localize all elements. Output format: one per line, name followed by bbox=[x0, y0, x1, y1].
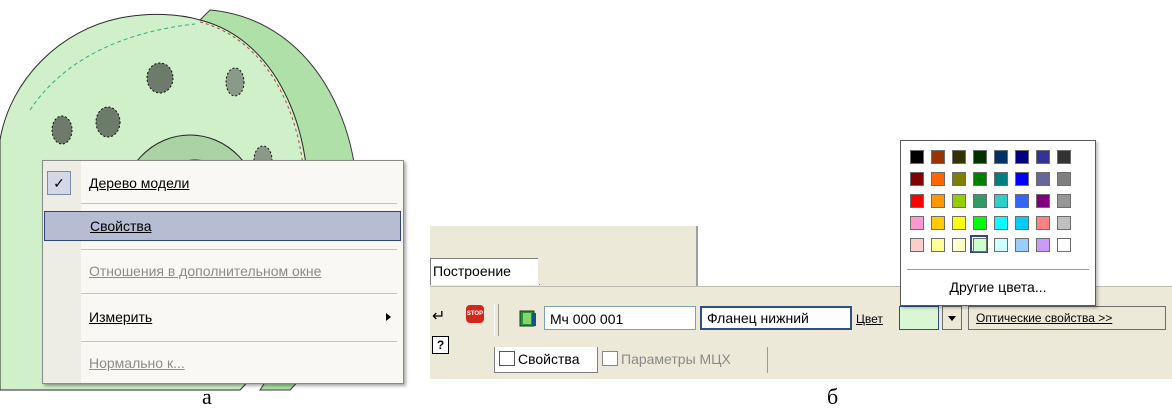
color-swatch[interactable] bbox=[1057, 150, 1071, 164]
toolbar-grip bbox=[494, 304, 499, 336]
more-colors-button[interactable]: Другие цвета... bbox=[901, 279, 1095, 295]
properties-tab-icon bbox=[499, 351, 515, 366]
menu-separator bbox=[81, 249, 397, 250]
tab-mass-properties[interactable]: Параметры МЦХ bbox=[600, 347, 768, 373]
color-swatch[interactable] bbox=[952, 194, 966, 208]
menu-item-label: Свойства bbox=[90, 218, 152, 234]
mass-properties-tab-icon bbox=[602, 351, 618, 366]
context-menu: ✓ Дерево модели Свойства Отношения в доп… bbox=[42, 160, 404, 384]
bolt-hole bbox=[146, 62, 174, 94]
menu-item-measure[interactable]: Измерить bbox=[43, 303, 403, 331]
color-swatch[interactable] bbox=[952, 216, 966, 230]
menu-separator bbox=[81, 293, 397, 294]
color-swatch[interactable] bbox=[1036, 216, 1050, 230]
color-swatch[interactable] bbox=[1015, 150, 1029, 164]
color-swatch[interactable] bbox=[994, 216, 1008, 230]
menu-item-label: Измерить bbox=[89, 309, 153, 325]
color-swatch[interactable] bbox=[994, 150, 1008, 164]
color-swatch[interactable] bbox=[973, 238, 987, 252]
color-swatch[interactable] bbox=[1015, 172, 1029, 186]
color-swatch[interactable] bbox=[910, 238, 924, 252]
menu-separator bbox=[81, 341, 397, 342]
tab-build[interactable]: Построение bbox=[430, 258, 540, 285]
color-swatch[interactable] bbox=[931, 216, 945, 230]
color-swatch[interactable] bbox=[910, 216, 924, 230]
designation-field[interactable]: Мч 000 001 bbox=[544, 306, 696, 330]
name-field[interactable]: Фланец нижний bbox=[700, 306, 852, 330]
color-swatch[interactable] bbox=[1036, 150, 1050, 164]
tab-strip bbox=[538, 258, 694, 284]
menu-separator bbox=[81, 203, 397, 204]
color-swatch[interactable] bbox=[1057, 172, 1071, 186]
optical-properties-button[interactable]: Оптические свойства >> bbox=[968, 306, 1166, 330]
bolt-hole bbox=[225, 67, 245, 97]
popup-separator bbox=[907, 269, 1089, 270]
menu-item-relations[interactable]: Отношения в дополнительном окне bbox=[43, 257, 403, 285]
color-swatch[interactable] bbox=[973, 194, 987, 208]
color-swatch[interactable] bbox=[910, 194, 924, 208]
menu-item-normal-to[interactable]: Нормально к... bbox=[43, 349, 403, 377]
stop-icon[interactable]: STOP bbox=[466, 305, 484, 323]
help-icon[interactable]: ? bbox=[432, 336, 449, 354]
enter-arrow-icon[interactable]: ↵ bbox=[432, 306, 445, 326]
color-swatch[interactable] bbox=[973, 216, 987, 230]
color-swatch[interactable] bbox=[952, 172, 966, 186]
color-palette-popup: Другие цвета... bbox=[900, 140, 1096, 306]
color-swatch[interactable] bbox=[931, 238, 945, 252]
color-swatch[interactable] bbox=[1036, 172, 1050, 186]
menu-item-properties[interactable]: Свойства bbox=[44, 211, 401, 241]
color-swatch[interactable] bbox=[952, 150, 966, 164]
color-swatch[interactable] bbox=[973, 172, 987, 186]
color-dropdown-button[interactable] bbox=[942, 306, 962, 330]
menu-item-model-tree[interactable]: ✓ Дерево модели bbox=[43, 169, 403, 197]
color-label: Цвет bbox=[856, 312, 883, 326]
caption-a: а bbox=[202, 384, 212, 409]
color-swatch[interactable] bbox=[910, 172, 924, 186]
color-swatch[interactable] bbox=[1036, 194, 1050, 208]
color-swatch[interactable] bbox=[1057, 238, 1071, 252]
color-swatch[interactable] bbox=[994, 172, 1008, 186]
color-swatch[interactable] bbox=[931, 150, 945, 164]
menu-item-label: Дерево модели bbox=[89, 175, 190, 191]
bolt-hole bbox=[95, 106, 121, 138]
color-swatch[interactable] bbox=[1015, 216, 1029, 230]
color-swatch[interactable] bbox=[1057, 194, 1071, 208]
current-color-swatch[interactable] bbox=[899, 306, 939, 330]
book-icon[interactable] bbox=[518, 308, 538, 328]
submenu-arrow-icon bbox=[386, 313, 391, 321]
caption-b: б bbox=[827, 384, 839, 409]
color-swatch[interactable] bbox=[973, 150, 987, 164]
color-swatch[interactable] bbox=[994, 194, 1008, 208]
tab-properties[interactable]: Свойства bbox=[494, 347, 598, 373]
color-swatch[interactable] bbox=[1057, 216, 1071, 230]
color-swatch[interactable] bbox=[994, 238, 1008, 252]
color-swatch[interactable] bbox=[1036, 238, 1050, 252]
bolt-hole bbox=[51, 115, 73, 145]
color-swatch[interactable] bbox=[910, 150, 924, 164]
color-swatch[interactable] bbox=[952, 238, 966, 252]
color-swatch[interactable] bbox=[1015, 238, 1029, 252]
check-icon: ✓ bbox=[47, 171, 71, 195]
color-swatch[interactable] bbox=[1015, 194, 1029, 208]
color-swatch[interactable] bbox=[931, 172, 945, 186]
color-swatch[interactable] bbox=[931, 194, 945, 208]
menu-item-label: Нормально к... bbox=[89, 355, 185, 371]
menu-item-label: Отношения в дополнительном окне bbox=[89, 263, 322, 279]
